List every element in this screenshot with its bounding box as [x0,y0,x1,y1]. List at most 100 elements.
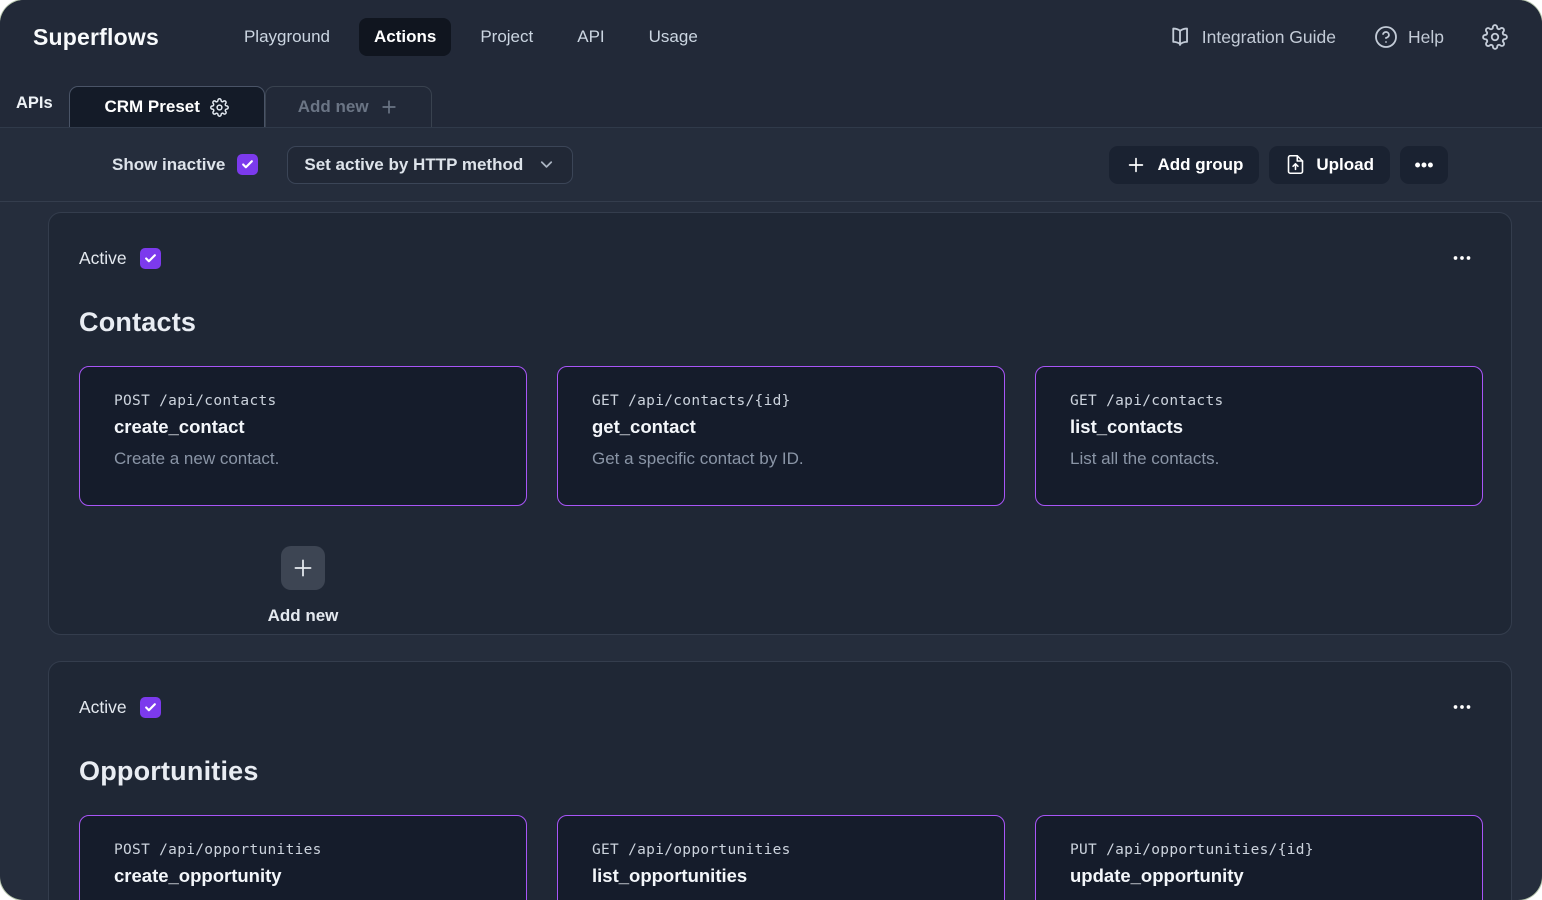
settings-button[interactable] [1482,24,1508,50]
group-title: Contacts [79,307,1481,338]
tab-add-new-api[interactable]: Add new [265,86,432,127]
action-method-path: POST /api/opportunities [114,842,492,858]
upload-button[interactable]: Upload [1269,146,1390,184]
action-groups-list: Active Contacts [0,202,1542,900]
action-description: Get a specific contact by ID. [592,449,970,469]
action-group-opportunities: Active Opportunities [48,661,1512,900]
action-name: list_contacts [1070,416,1448,438]
add-group-label: Add group [1157,155,1243,175]
http-method: GET [592,842,619,858]
action-card-create-contact[interactable]: POST /api/contacts create_contact Create… [79,366,527,506]
group-active-checkbox[interactable] [140,697,161,718]
http-method: GET [1070,393,1097,409]
help-circle-icon [1374,25,1398,49]
group-header: Active [79,239,1481,277]
action-card-update-opportunity[interactable]: PUT /api/opportunities/{id} update_oppor… [1035,815,1483,900]
http-method: PUT [1070,842,1097,858]
show-inactive-label: Show inactive [112,155,225,175]
upload-label: Upload [1316,155,1374,175]
group-active-label: Active [79,248,127,269]
plus-icon [290,555,316,581]
add-group-button[interactable]: Add group [1109,146,1259,184]
top-navigation-bar: Superflows Playground Actions Project AP… [0,0,1542,74]
actions-grid: POST /api/opportunities create_opportuni… [79,815,1481,900]
checkbox-check-icon [144,701,157,714]
api-path: /api/opportunities [159,842,322,858]
add-action-control: Add new [79,546,527,626]
top-nav-right: Integration Guide Help [1168,24,1508,50]
http-method: POST [114,393,150,409]
ellipsis-icon [1413,154,1435,176]
set-active-by-method-dropdown[interactable]: Set active by HTTP method [287,146,573,184]
show-inactive-checkbox[interactable] [237,154,258,175]
brand-logo[interactable]: Superflows [33,24,159,51]
action-method-path: GET /api/contacts [1070,393,1448,409]
apis-label: APIs [16,88,53,113]
group-active-toggle: Active [79,248,161,269]
integration-guide-label: Integration Guide [1202,27,1336,48]
dropdown-value: Set active by HTTP method [304,155,523,175]
nav-item-usage[interactable]: Usage [634,18,713,56]
checkbox-check-icon [144,252,157,265]
action-method-path: PUT /api/opportunities/{id} [1070,842,1448,858]
group-active-label: Active [79,697,127,718]
superflows-app-window: Superflows Playground Actions Project AP… [0,0,1542,900]
main-nav: Playground Actions Project API Usage [229,18,713,56]
chevron-down-icon [537,155,556,174]
actions-toolbar: Show inactive Set active by HTTP method … [0,128,1542,202]
add-action-button[interactable] [281,546,325,590]
group-title: Opportunities [79,756,1481,787]
help-link[interactable]: Help [1374,25,1444,49]
action-card-list-contacts[interactable]: GET /api/contacts list_contacts List all… [1035,366,1483,506]
nav-item-actions[interactable]: Actions [359,18,451,56]
group-menu-button[interactable] [1443,239,1481,277]
action-name: create_contact [114,416,492,438]
add-action-label: Add new [268,606,339,626]
api-path: /api/contacts [1106,393,1223,409]
tab-crm-preset[interactable]: CRM Preset [69,86,265,127]
action-group-contacts: Active Contacts [48,212,1512,635]
action-name: list_opportunities [592,865,970,887]
checkbox-check-icon [241,158,254,171]
group-active-checkbox[interactable] [140,248,161,269]
action-method-path: GET /api/opportunities [592,842,970,858]
book-icon [1168,25,1192,49]
api-path: /api/contacts/{id} [628,393,791,409]
show-inactive-control: Show inactive [112,154,258,175]
plus-icon [379,97,399,117]
gear-icon[interactable] [210,98,229,117]
api-tab-bar: APIs CRM Preset Add new [0,74,1542,128]
actions-grid: POST /api/contacts create_contact Create… [79,366,1481,506]
tab-add-new-label: Add new [298,97,369,117]
api-path: /api/opportunities [628,842,791,858]
more-options-button[interactable] [1400,146,1448,184]
tab-crm-preset-label: CRM Preset [104,97,199,117]
action-name: get_contact [592,416,970,438]
action-name: create_opportunity [114,865,492,887]
http-method: GET [592,393,619,409]
nav-item-playground[interactable]: Playground [229,18,345,56]
action-card-create-opportunity[interactable]: POST /api/opportunities create_opportuni… [79,815,527,900]
group-active-toggle: Active [79,697,161,718]
action-name: update_opportunity [1070,865,1448,887]
action-description: List all the contacts. [1070,449,1448,469]
http-method: POST [114,842,150,858]
group-menu-button[interactable] [1443,688,1481,726]
gear-icon [1482,24,1508,50]
nav-item-project[interactable]: Project [465,18,548,56]
action-description: Create a new contact. [114,449,492,469]
integration-guide-link[interactable]: Integration Guide [1168,25,1336,49]
api-path: /api/opportunities/{id} [1106,842,1314,858]
file-upload-icon [1285,154,1306,175]
action-method-path: GET /api/contacts/{id} [592,393,970,409]
ellipsis-icon [1449,245,1475,271]
plus-icon [1125,154,1147,176]
toolbar-buttons: Add group Upload [1109,146,1448,184]
help-label: Help [1408,27,1444,48]
action-method-path: POST /api/contacts [114,393,492,409]
action-card-get-contact[interactable]: GET /api/contacts/{id} get_contact Get a… [557,366,1005,506]
nav-item-api[interactable]: API [562,18,619,56]
api-path: /api/contacts [159,393,276,409]
ellipsis-icon [1449,694,1475,720]
action-card-list-opportunities[interactable]: GET /api/opportunities list_opportunitie… [557,815,1005,900]
